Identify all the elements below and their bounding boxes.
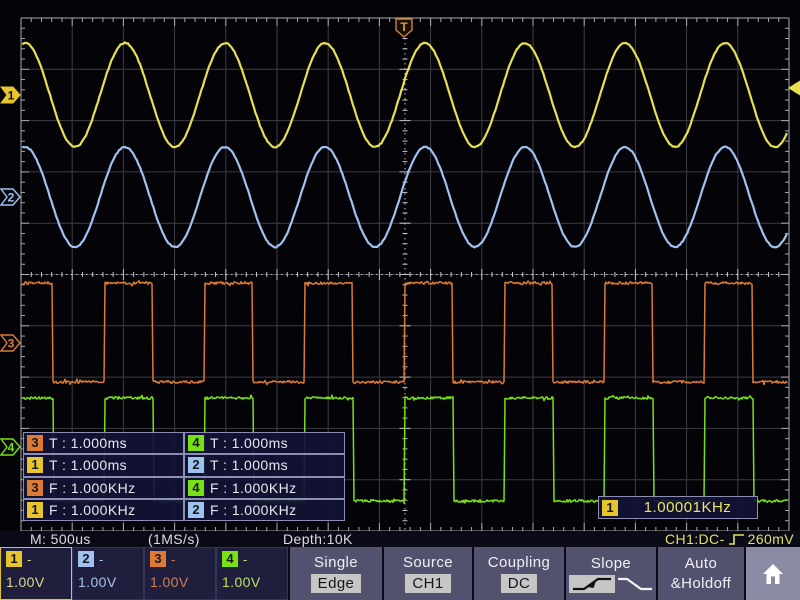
slope-button[interactable]: Slope xyxy=(566,547,656,600)
measurement-cell: 1F : 1.000KHz xyxy=(23,499,184,521)
home-button[interactable] xyxy=(746,547,800,600)
measurement-cell: 3T : 1.000ms xyxy=(23,432,184,454)
measurement-overlay: 3T : 1.000ms 4T : 1.000ms 1T : 1.000ms 2… xyxy=(23,432,345,521)
channel-1-box[interactable]: 1- 1.00V xyxy=(0,547,72,600)
ch3-badge: 3 xyxy=(150,551,166,567)
svg-text:3: 3 xyxy=(8,337,15,351)
channel-3-box[interactable]: 3- 1.00V xyxy=(144,547,216,600)
ch2-scale: 1.00V xyxy=(78,574,143,590)
measurement-cell: 3F : 1.000KHz xyxy=(23,477,184,499)
trigger-type-value: Edge xyxy=(311,574,362,593)
ch3-scale: 1.00V xyxy=(150,574,215,590)
ch4-badge: 4 xyxy=(188,480,204,496)
ch4-badge: 4 xyxy=(222,551,238,567)
svg-text:1: 1 xyxy=(8,89,15,103)
falling-edge-icon[interactable] xyxy=(617,576,653,592)
ch2-badge: 2 xyxy=(188,502,204,518)
ch2-badge: 2 xyxy=(78,551,94,567)
ch1-badge: 1 xyxy=(6,551,22,567)
oscilloscope-screen: Trig A T:0.000ns 1234T 3T : 1.000ms 4T :… xyxy=(0,0,800,600)
sample-rate-readout: (1MS/s) xyxy=(148,531,200,547)
home-icon xyxy=(761,563,785,585)
ch1-badge: 1 xyxy=(602,500,618,516)
rising-edge-icon xyxy=(728,533,745,546)
depth-readout: Depth:10K xyxy=(283,531,353,547)
timebase-readout: M: 500us xyxy=(30,531,91,547)
measurement-cell: 2F : 1.000KHz xyxy=(184,499,345,521)
ch1-badge: 1 xyxy=(27,457,43,473)
rising-edge-icon[interactable] xyxy=(569,575,615,593)
source-value: CH1 xyxy=(405,574,450,593)
measurement-cell: 1T : 1.000ms xyxy=(23,454,184,476)
svg-text:4: 4 xyxy=(8,441,15,455)
bottom-menu-bar: 1- 1.00V 2- 1.00V 3- 1.00V 4- 1.00V Sing… xyxy=(0,547,800,600)
ch1-scale: 1.00V xyxy=(6,574,71,590)
channel-4-box[interactable]: 4- 1.00V xyxy=(216,547,288,600)
holdoff-button[interactable]: Auto &Holdoff xyxy=(658,547,744,600)
measurement-cell: 4T : 1.000ms xyxy=(184,432,345,454)
ch3-badge: 3 xyxy=(27,480,43,496)
measurement-cell: 2T : 1.000ms xyxy=(184,454,345,476)
bottom-status-bar: M: 500us (1MS/s) Depth:10K CH1:DC- 260mV xyxy=(0,531,800,547)
ch3-badge: 3 xyxy=(27,435,43,451)
svg-text:2: 2 xyxy=(8,191,15,205)
trigger-type-button[interactable]: Single Edge xyxy=(290,547,382,600)
channel-2-box[interactable]: 2- 1.00V xyxy=(72,547,144,600)
frequency-counter: 1 1.00001KHz xyxy=(598,496,758,519)
ch4-scale: 1.00V xyxy=(222,574,287,590)
measurement-cell: 4F : 1.000KHz xyxy=(184,477,345,499)
ch2-badge: 2 xyxy=(188,457,204,473)
trigger-settings-readout: CH1:DC- 260mV xyxy=(665,531,794,547)
ch4-badge: 4 xyxy=(188,435,204,451)
svg-text:T: T xyxy=(400,20,408,34)
coupling-button[interactable]: Coupling DC xyxy=(474,547,564,600)
coupling-value: DC xyxy=(501,574,537,593)
ch1-badge: 1 xyxy=(27,502,43,518)
source-button[interactable]: Source CH1 xyxy=(384,547,472,600)
frequency-counter-value: 1.00001KHz xyxy=(618,499,757,516)
